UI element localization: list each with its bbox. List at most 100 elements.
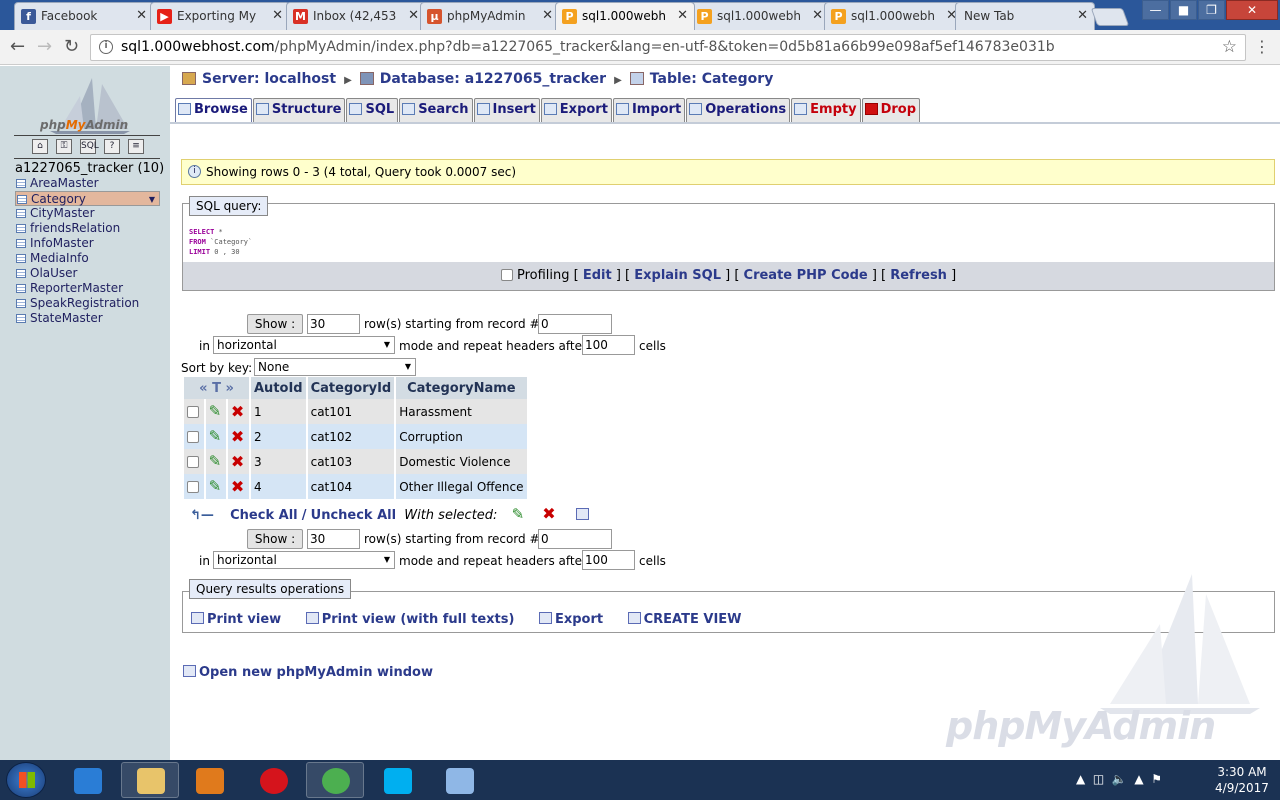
row-checkbox[interactable]: [187, 480, 199, 493]
table-icon[interactable]: [16, 239, 26, 248]
site-info-icon[interactable]: i: [99, 40, 113, 54]
delete-row-icon[interactable]: ✖: [231, 428, 244, 444]
table-icon[interactable]: [16, 209, 26, 218]
display-mode-select-bottom[interactable]: horizontal: [213, 551, 395, 569]
close-window-button[interactable]: ✕: [1226, 0, 1278, 20]
table-list-item[interactable]: StateMaster: [15, 311, 160, 326]
table-list-item[interactable]: CityMaster: [15, 206, 160, 221]
clock[interactable]: 3:30 AM 4/9/2017: [1212, 764, 1272, 796]
print-view-full-link[interactable]: Print view (with full texts): [305, 612, 514, 627]
export-selected-icon[interactable]: [575, 508, 589, 520]
start-record-input[interactable]: 0: [538, 314, 612, 334]
close-tab-icon[interactable]: ✕: [272, 3, 283, 29]
table-icon[interactable]: [16, 179, 26, 188]
new-tab-button[interactable]: [1090, 8, 1130, 26]
table-icon[interactable]: [16, 299, 26, 308]
tab-browse[interactable]: Browse: [175, 98, 252, 122]
table-list-item[interactable]: SpeakRegistration: [15, 296, 160, 311]
close-tab-icon[interactable]: ✕: [542, 3, 553, 29]
column-header[interactable]: CategoryName: [395, 377, 529, 399]
taskbar-app[interactable]: [430, 762, 488, 798]
forward-icon[interactable]: →: [37, 36, 52, 58]
taskbar-app[interactable]: [368, 762, 426, 798]
row-checkbox[interactable]: [187, 405, 199, 418]
show-button-bottom[interactable]: Show :: [247, 529, 303, 549]
browser-tab[interactable]: New Tab ✕: [955, 2, 1095, 30]
display-mode-select[interactable]: horizontal: [213, 336, 395, 354]
tab-export[interactable]: Export: [540, 98, 612, 122]
repeat-headers-input-bottom[interactable]: 100: [582, 550, 635, 570]
bookmark-star-icon[interactable]: ☆: [1222, 35, 1237, 60]
table-list-item[interactable]: OlaUser: [15, 266, 160, 281]
edit-row-icon[interactable]: ✎: [209, 404, 222, 419]
delete-row-icon[interactable]: ✖: [231, 453, 244, 469]
row-checkbox[interactable]: [187, 430, 199, 443]
taskbar-app[interactable]: [121, 762, 179, 798]
taskbar-app[interactable]: [58, 762, 116, 798]
close-tab-icon[interactable]: ✕: [677, 3, 688, 29]
breadcrumb-server[interactable]: Server: localhost: [202, 71, 336, 87]
start-button[interactable]: [6, 762, 46, 798]
row-checkbox[interactable]: [187, 455, 199, 468]
column-arrows-icon[interactable]: « T »: [184, 377, 251, 399]
check-all-link[interactable]: Check All: [230, 508, 297, 523]
refresh-link[interactable]: Refresh: [890, 268, 947, 283]
table-list-item[interactable]: ReporterMaster: [15, 281, 160, 296]
export-link[interactable]: Export: [538, 612, 603, 627]
tab-operations[interactable]: Operations: [686, 98, 791, 122]
delete-selected-icon[interactable]: ✖: [542, 506, 555, 522]
column-header[interactable]: CategoryId: [306, 377, 397, 399]
rows-count-input[interactable]: 30: [307, 314, 360, 334]
close-tab-icon[interactable]: ✕: [812, 3, 823, 29]
table-list-item[interactable]: Category: [15, 191, 160, 207]
browser-tab[interactable]: Psql1.000webh ✕: [824, 2, 964, 30]
minimize-button[interactable]: —: [1142, 0, 1169, 20]
sql-icon[interactable]: SQL: [80, 139, 99, 154]
table-icon[interactable]: [17, 195, 27, 204]
address-bar[interactable]: i sql1.000webhost.com/phpMyAdmin/index.p…: [90, 34, 1246, 61]
delete-row-icon[interactable]: ✖: [231, 403, 244, 419]
explain-sql-link[interactable]: Explain SQL: [634, 268, 721, 283]
taskbar-app[interactable]: [180, 762, 238, 798]
repeat-headers-input[interactable]: 100: [582, 335, 635, 355]
taskbar-app[interactable]: [244, 762, 302, 798]
create-php-code-link[interactable]: Create PHP Code: [744, 268, 868, 283]
column-header[interactable]: AutoId: [250, 377, 308, 399]
browser-tab[interactable]: f Facebook ✕: [14, 2, 154, 30]
edit-selected-icon[interactable]: ✎: [512, 507, 525, 522]
tab-search[interactable]: Search: [399, 98, 473, 122]
taskbar-app[interactable]: [306, 762, 364, 798]
create-view-link[interactable]: CREATE VIEW: [627, 612, 742, 627]
delete-row-icon[interactable]: ✖: [231, 478, 244, 494]
table-icon[interactable]: [16, 314, 26, 323]
open-new-window-link[interactable]: Open new phpMyAdmin window: [183, 665, 433, 680]
tab-structure[interactable]: Structure: [252, 98, 346, 122]
print-view-link[interactable]: Print view: [191, 612, 281, 627]
system-tray-icons[interactable]: ▲ ◫ 🔈 ▲ ⚑: [1076, 772, 1162, 786]
start-record-input-bottom[interactable]: 0: [538, 529, 612, 549]
home-icon[interactable]: ⌂: [32, 139, 48, 154]
breadcrumb-database[interactable]: Database: a1227065_tracker: [380, 71, 606, 87]
table-icon[interactable]: [16, 284, 26, 293]
browser-tab[interactable]: Psql1.000webh ✕: [555, 2, 695, 30]
table-icon[interactable]: [16, 254, 26, 263]
reload-icon[interactable]: ↻: [64, 36, 79, 58]
maximize-button[interactable]: ❐: [1198, 0, 1225, 20]
browser-tab[interactable]: M Inbox (42,453 ✕: [286, 2, 426, 30]
user-button[interactable]: ■: [1170, 0, 1197, 20]
edit-query-link[interactable]: Edit: [583, 268, 612, 283]
browser-tab[interactable]: Psql1.000webh ✕: [690, 2, 830, 30]
close-tab-icon[interactable]: ✕: [136, 3, 147, 29]
browser-tab[interactable]: µ phpMyAdmin ✕: [420, 2, 560, 30]
edit-row-icon[interactable]: ✎: [209, 429, 222, 444]
lock-icon[interactable]: ⚿: [56, 139, 72, 154]
table-list-item[interactable]: AreaMaster: [15, 176, 160, 191]
edit-row-icon[interactable]: ✎: [209, 454, 222, 469]
tab-import[interactable]: Import: [612, 98, 686, 122]
browser-menu-icon[interactable]: ⋮: [1254, 37, 1270, 57]
uncheck-all-link[interactable]: Uncheck All: [311, 508, 396, 523]
table-list-item[interactable]: MediaInfo: [15, 251, 160, 266]
table-icon[interactable]: [16, 269, 26, 278]
browser-tab[interactable]: ▶ Exporting My ✕: [150, 2, 290, 30]
table-icon[interactable]: [16, 224, 26, 233]
